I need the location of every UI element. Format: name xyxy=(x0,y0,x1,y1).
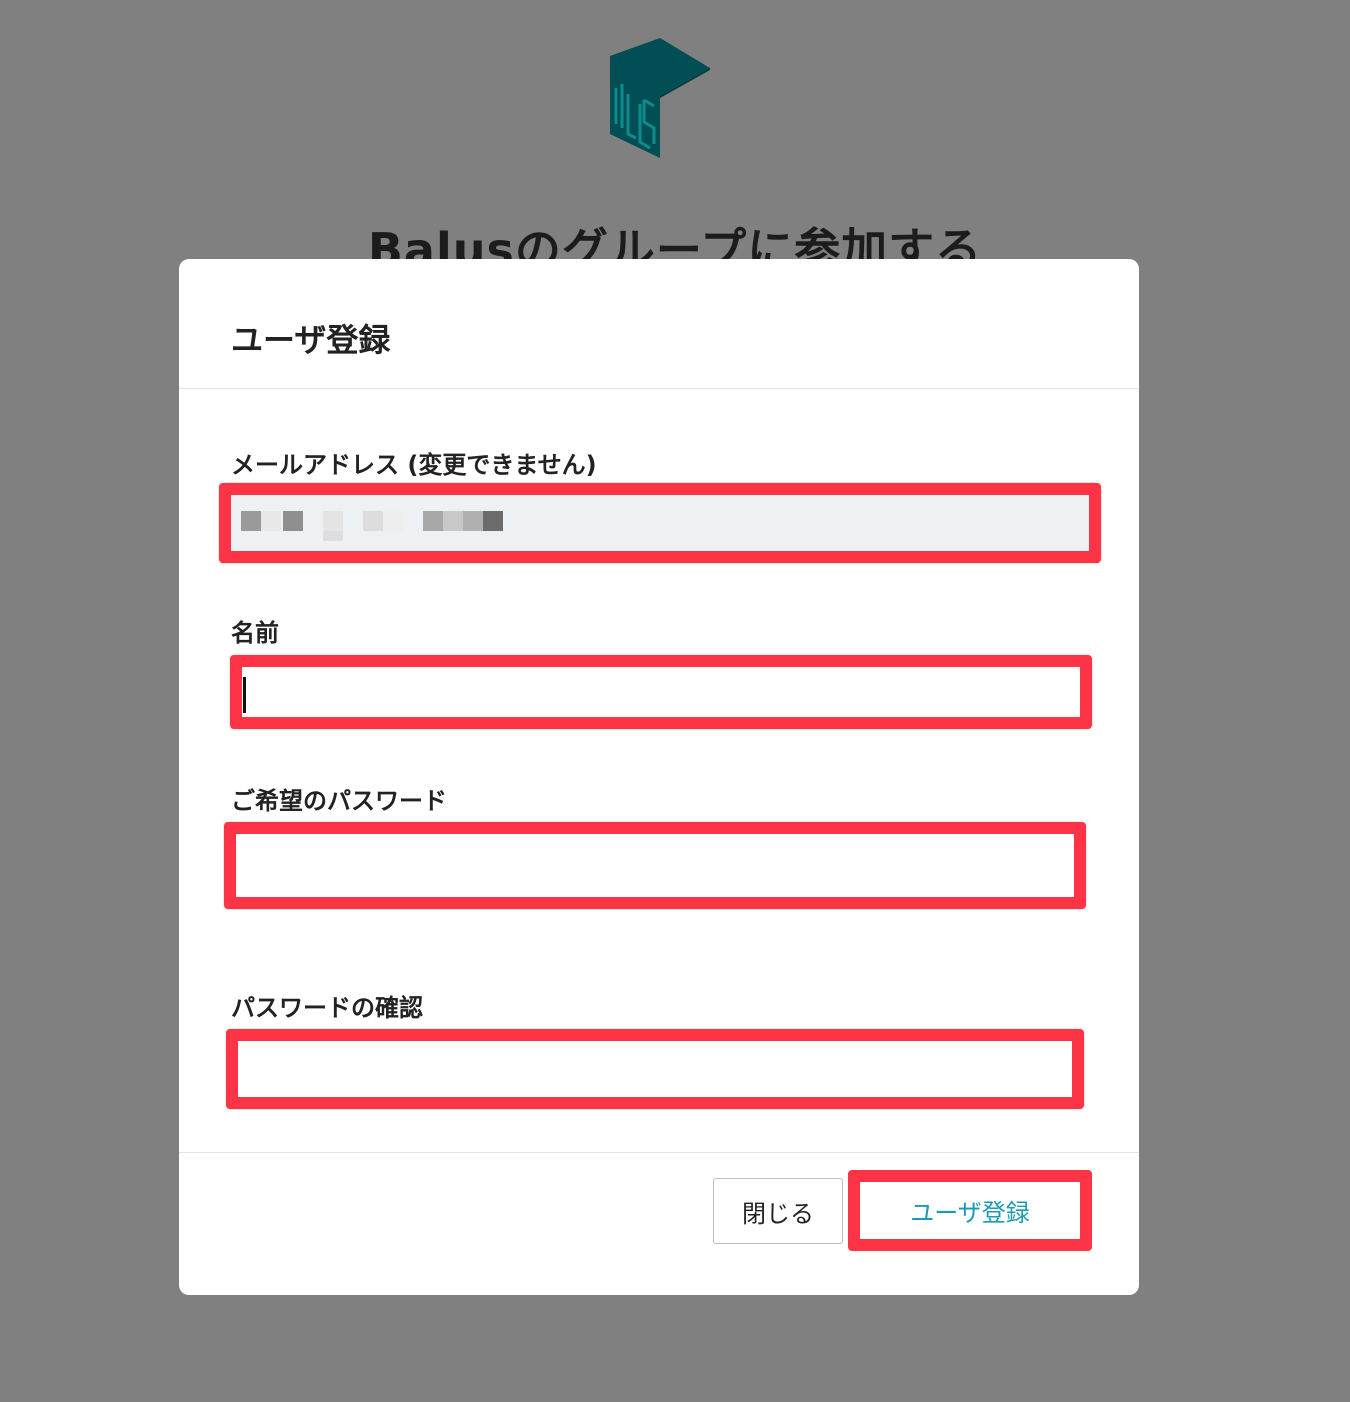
user-registration-modal: ユーザ登録 メールアドレス (変更できません) 名前 ご希望のパスワード パスワ… xyxy=(179,259,1139,1295)
modal-footer-divider xyxy=(179,1152,1139,1153)
modal-title: ユーザ登録 xyxy=(231,321,391,359)
text-caret xyxy=(243,677,246,713)
app-logo-icon xyxy=(610,38,710,158)
email-label: メールアドレス (変更できません) xyxy=(231,451,597,479)
password-confirm-label: パスワードの確認 xyxy=(231,994,423,1022)
email-field[interactable] xyxy=(231,495,1089,551)
modal-header: ユーザ登録 xyxy=(179,259,1139,389)
close-button[interactable]: 閉じる xyxy=(713,1178,843,1244)
password-confirm-input[interactable] xyxy=(238,1041,1072,1097)
password-input[interactable] xyxy=(236,834,1074,897)
password-label: ご希望のパスワード xyxy=(231,787,447,815)
name-label: 名前 xyxy=(231,619,279,647)
register-button[interactable]: ユーザ登録 xyxy=(848,1170,1092,1251)
name-input[interactable] xyxy=(242,667,1080,717)
